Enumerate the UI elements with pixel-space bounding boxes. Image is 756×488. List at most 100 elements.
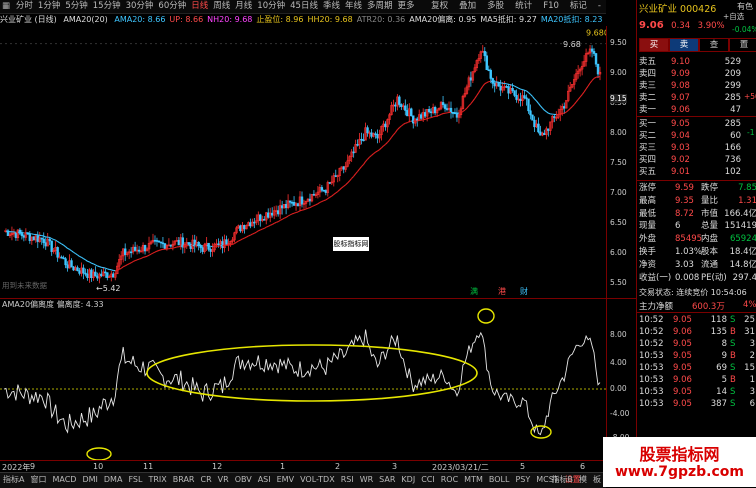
deviation-indicator-chart[interactable] xyxy=(0,298,606,461)
indicator-tab[interactable]: KDJ xyxy=(398,473,418,487)
order-book-row[interactable]: 买二9.0460 xyxy=(637,130,756,142)
candle xyxy=(277,206,279,217)
candle xyxy=(152,234,154,244)
stat-label: 量比 xyxy=(701,195,718,207)
period-tab[interactable]: 5分钟 xyxy=(65,0,87,13)
order-book-row[interactable]: 卖二9.07285 xyxy=(637,92,756,104)
tick-price: 9.05 xyxy=(673,398,692,410)
period-tab[interactable]: 多周期 xyxy=(367,0,393,13)
grid-menu-icon[interactable]: ▦ xyxy=(2,0,10,13)
indicator-tab[interactable]: 指标A xyxy=(0,473,27,487)
indicator-tab[interactable]: RSI xyxy=(338,473,357,487)
period-tab[interactable]: 月线 xyxy=(235,0,252,13)
period-tab[interactable]: 季线 xyxy=(323,0,340,13)
high-price-label-2: 9.68 xyxy=(563,40,581,49)
indicator-tab[interactable]: MACD xyxy=(49,473,79,487)
trade-tab[interactable]: 查 xyxy=(699,38,729,52)
tick-row: 10:539.0514S3 xyxy=(637,386,756,398)
indicator-tab[interactable]: TRIX xyxy=(145,473,169,487)
period-tab[interactable]: 1分钟 xyxy=(38,0,60,13)
indicator-tab[interactable]: EMV xyxy=(274,473,297,487)
trade-tab[interactable]: 置 xyxy=(729,38,756,52)
order-price: 9.07 xyxy=(671,92,690,104)
candle xyxy=(118,254,120,269)
indicator-tab[interactable]: DMI xyxy=(79,473,100,487)
period-tab[interactable]: 15分钟 xyxy=(93,0,121,13)
indicator-tab[interactable]: 指标B xyxy=(549,473,577,487)
order-book-row[interactable]: 买五9.01102 xyxy=(637,166,756,178)
tick-time: 10:52 xyxy=(639,314,664,326)
indicator-tab[interactable]: VOL-TDX xyxy=(297,473,338,487)
indicator-tab[interactable]: 模 xyxy=(576,473,590,487)
stats-row: 现量6总量151419 xyxy=(637,220,756,232)
toolbar-button[interactable]: 标记 xyxy=(570,0,587,13)
indicator-tab[interactable]: DMA xyxy=(101,473,126,487)
ama-line-segment xyxy=(159,250,161,251)
toolbar-button[interactable]: 叠加 xyxy=(459,0,476,13)
period-tab[interactable]: 年线 xyxy=(345,0,362,13)
ama-line-segment xyxy=(308,208,310,209)
net-flow-value: 600.3万 xyxy=(692,300,725,312)
ama-line-segment xyxy=(248,235,250,236)
period-tab[interactable]: 30分钟 xyxy=(126,0,154,13)
period-tab[interactable]: 周线 xyxy=(213,0,230,13)
indicator-tab[interactable]: BRAR xyxy=(170,473,198,487)
order-book-row[interactable]: 卖三9.08299 xyxy=(637,80,756,92)
order-book-row[interactable]: 买一9.05285 xyxy=(637,118,756,130)
order-book-row[interactable]: 卖四9.09209 xyxy=(637,68,756,80)
order-book-row[interactable]: 买三9.03166 xyxy=(637,142,756,154)
indicator-tab[interactable]: SAR xyxy=(376,473,398,487)
period-tab[interactable]: 45日线 xyxy=(290,0,318,13)
ama-line-segment xyxy=(250,234,252,235)
ama-line-segment xyxy=(280,219,282,220)
ama-line-segment xyxy=(407,122,409,123)
toolbar-button[interactable]: 复权 xyxy=(431,0,448,13)
indicator-tab[interactable]: PSY xyxy=(512,473,533,487)
stat-value: 1.31 xyxy=(738,195,756,207)
ama-line-segment xyxy=(155,251,157,252)
indicator-tab[interactable]: 窗口 xyxy=(27,473,49,487)
candlestick-chart[interactable]: ←5.429.6809.68用到未来数据满港财 xyxy=(0,26,606,298)
period-tab[interactable]: 日线 xyxy=(191,0,208,13)
order-book-row[interactable]: 卖一9.0647 xyxy=(637,104,756,116)
ama-line-segment xyxy=(521,89,523,90)
toolbar-button[interactable]: 多股 xyxy=(487,0,504,13)
order-volume: 102 xyxy=(725,166,741,178)
indicator-tab[interactable]: BOLL xyxy=(486,473,513,487)
indicator-tab[interactable]: CR xyxy=(198,473,215,487)
event-marker[interactable]: 财 xyxy=(520,286,528,296)
trade-tab[interactable]: 卖 xyxy=(669,38,699,52)
toolbar-button[interactable]: F10 xyxy=(543,0,559,13)
indicator-tab[interactable]: ASI xyxy=(255,473,274,487)
order-book-row[interactable]: 卖五9.10529 xyxy=(637,56,756,68)
indicator-tab[interactable]: FSL xyxy=(125,473,145,487)
ama-line-segment xyxy=(473,98,475,101)
toolbar-button[interactable]: - xyxy=(598,0,601,13)
indicator-tab[interactable]: WR xyxy=(357,473,376,487)
candle xyxy=(520,93,522,107)
ama-line-segment xyxy=(294,212,296,213)
order-book-row[interactable]: 买四9.02736 xyxy=(637,154,756,166)
toolbar-button[interactable]: 统计 xyxy=(515,0,532,13)
period-tab[interactable]: 10分钟 xyxy=(257,0,285,13)
candle xyxy=(484,47,486,61)
candle xyxy=(67,261,69,271)
add-favorite-button[interactable]: +自选 xyxy=(723,11,744,22)
indicator-tab[interactable]: ROC xyxy=(438,473,461,487)
indicator-tab[interactable]: VR xyxy=(215,473,232,487)
date-axis-label: 9 xyxy=(30,462,35,471)
ama-line-segment xyxy=(44,236,46,237)
ama-line-segment xyxy=(135,260,137,261)
trade-tab[interactable]: 买 xyxy=(639,38,669,52)
indicator-tab[interactable]: OBV xyxy=(232,473,255,487)
indicator-tab[interactable]: CCI xyxy=(418,473,438,487)
period-tab[interactable]: 60分钟 xyxy=(158,0,186,13)
candle xyxy=(110,271,112,282)
indicator-tab[interactable]: MTM xyxy=(461,473,486,487)
period-tab[interactable]: 分时 xyxy=(16,0,33,13)
period-tab[interactable]: 更多 xyxy=(398,0,415,13)
event-marker[interactable]: 港 xyxy=(498,286,506,296)
event-marker[interactable]: 满 xyxy=(470,286,478,296)
indicator-tab[interactable]: 板 xyxy=(590,473,604,487)
ama-line-segment xyxy=(64,245,66,247)
